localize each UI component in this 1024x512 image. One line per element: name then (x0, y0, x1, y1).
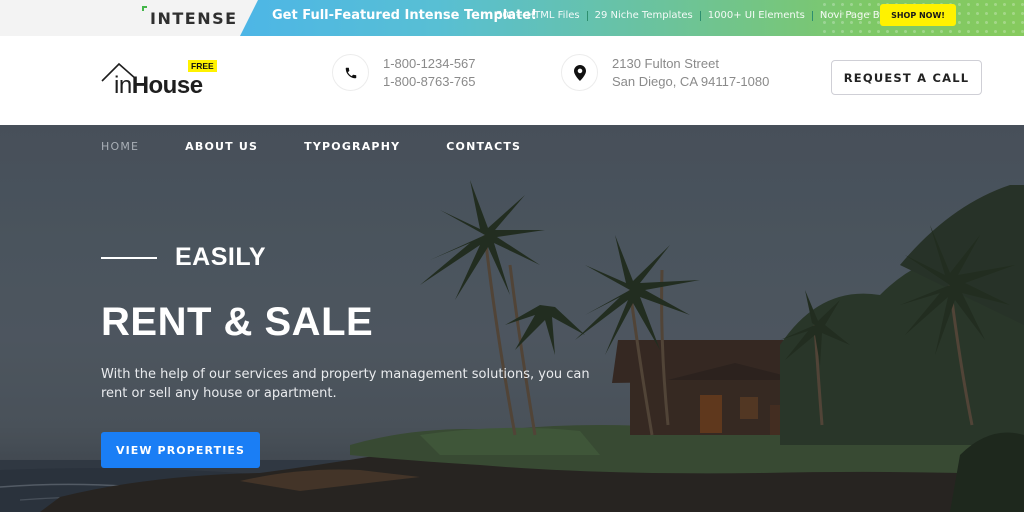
divider (699, 10, 701, 21)
free-badge: FREE (188, 60, 217, 72)
address-street: 2130 Fulton Street (612, 55, 719, 71)
nav-item-typography[interactable]: TYPOGRAPHY (304, 140, 400, 153)
promo-feature: 1000+ UI Elements (707, 10, 805, 21)
logo-corner-icon (142, 6, 147, 11)
phone-icon (332, 54, 369, 91)
nav-item-home[interactable]: HOME (101, 140, 139, 153)
request-call-button[interactable]: REQUEST A CALL (831, 60, 982, 95)
logo-name: House (131, 72, 203, 99)
divider (586, 10, 588, 21)
inhouse-logo[interactable]: inHouse FREE (100, 58, 220, 100)
logo-wordmark: inHouse (114, 72, 203, 100)
promo-banner[interactable]: INTENSE Get Full-Featured Intense Templa… (0, 0, 1024, 36)
site-header: inHouse FREE 1-800-1234-567 1-800-8763-7… (0, 36, 1024, 125)
promo-feature: 29 Niche Templates (594, 10, 693, 21)
phone-number[interactable]: 1-800-1234-567 (383, 55, 476, 73)
view-properties-button[interactable]: VIEW PROPERTIES (101, 432, 260, 468)
address-contact: 2130 Fulton Street San Diego, CA 94117-1… (561, 54, 769, 91)
hero-eyebrow: EASILY (101, 243, 266, 272)
main-nav: HOME ABOUT US TYPOGRAPHY CONTACTS (101, 140, 567, 153)
hero-section: HOME ABOUT US TYPOGRAPHY CONTACTS EASILY… (0, 125, 1024, 512)
map-pin-icon (561, 54, 598, 91)
promo-brand: INTENSE (150, 8, 238, 28)
promo-feature: 500+ HTML Files (496, 10, 580, 21)
shop-now-button[interactable]: SHOP NOW! (880, 4, 956, 26)
phone-number[interactable]: 1-800-8763-765 (383, 73, 476, 91)
nav-item-about-us[interactable]: ABOUT US (185, 140, 258, 153)
nav-item-contacts[interactable]: CONTACTS (446, 140, 521, 153)
promo-features: 500+ HTML Files 29 Niche Templates 1000+… (496, 10, 908, 21)
phone-contact: 1-800-1234-567 1-800-8763-765 (332, 54, 476, 91)
address-lines: 2130 Fulton Street San Diego, CA 94117-1… (612, 55, 769, 91)
eyebrow-rule (101, 256, 157, 259)
address-city: San Diego, CA 94117-1080 (612, 73, 770, 89)
phone-numbers: 1-800-1234-567 1-800-8763-765 (383, 55, 476, 91)
hero-description: With the help of our services and proper… (101, 367, 590, 401)
divider (811, 10, 813, 21)
logo-prefix: in (114, 72, 132, 99)
intense-logo[interactable]: INTENSE (142, 6, 238, 28)
hero-title: RENT & SALE (101, 300, 374, 344)
eyebrow-text: EASILY (175, 243, 267, 271)
